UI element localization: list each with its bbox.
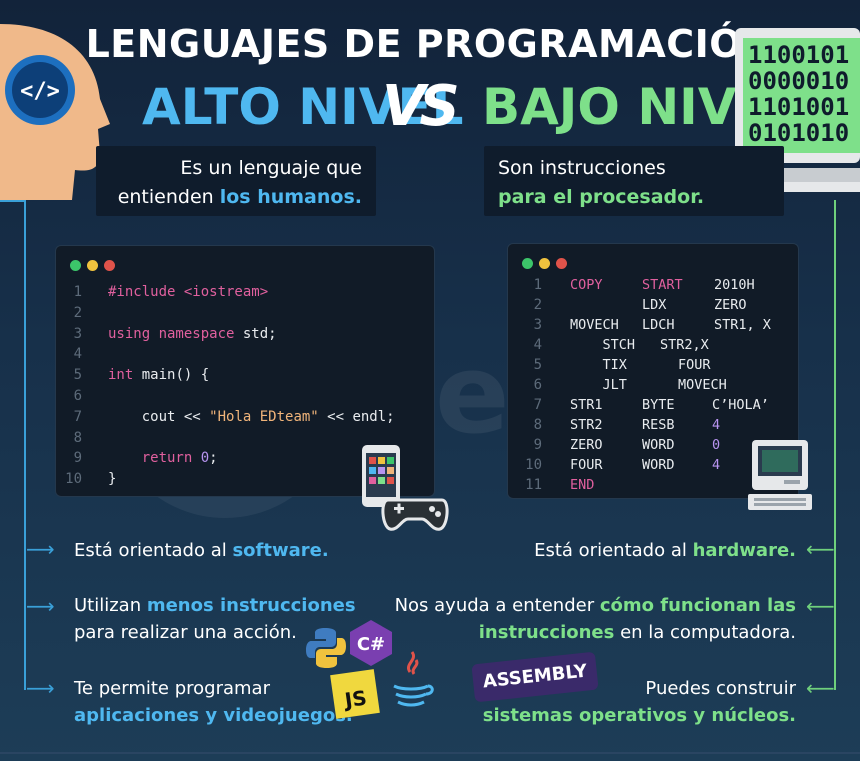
line-number: 1 bbox=[533, 277, 542, 293]
line-number: 10 bbox=[525, 457, 542, 473]
left-connector-top bbox=[0, 200, 24, 202]
code-line: using namespace std; bbox=[108, 325, 277, 342]
asm-line: STR1 BYTE C’HOLA’ bbox=[570, 397, 769, 413]
line-number: 2 bbox=[73, 304, 82, 321]
line-number: 8 bbox=[533, 417, 542, 433]
arrow-left-icon: ⟵ bbox=[806, 594, 835, 618]
bajo-nivel-description: Son instrucciones para el procesador. bbox=[484, 146, 784, 216]
line-number: 4 bbox=[533, 337, 542, 353]
asm-line: FOUR WORD 4 bbox=[570, 457, 721, 473]
line-number: 11 bbox=[525, 477, 542, 493]
assembly-code: COPY START 2010H LDX ZERO MOVECH LDCH STR1, X… bbox=[570, 275, 771, 495]
asm-line: MOVECH LDCH STR1, X bbox=[570, 317, 771, 333]
bottom-divider bbox=[0, 752, 860, 754]
green-dot bbox=[522, 258, 533, 269]
arrow-right-icon: ⟶ bbox=[26, 676, 55, 700]
python-icon bbox=[306, 628, 346, 668]
code-line: #include <iostream> bbox=[108, 284, 269, 300]
binary-line: 0000010 bbox=[748, 67, 850, 95]
csharp-icon: C# bbox=[350, 620, 392, 666]
code-line: cout << "Hola EDteam" << endl; bbox=[108, 408, 395, 425]
line-number: 4 bbox=[73, 346, 82, 363]
asm-line: TIX FOUR bbox=[570, 357, 711, 373]
line-number: 7 bbox=[73, 408, 82, 425]
line-number: 2 bbox=[533, 297, 542, 313]
svg-text:</>: </> bbox=[20, 79, 60, 104]
line-number: 8 bbox=[73, 429, 82, 446]
line-number: 9 bbox=[533, 437, 542, 453]
yellow-dot bbox=[87, 260, 98, 271]
bajo-desc-highlight: para el procesador. bbox=[498, 186, 705, 208]
arrow-right-icon: ⟶ bbox=[26, 537, 55, 561]
line-numbers: 1 2 3 4 5 6 7 8 9 10 bbox=[58, 282, 82, 490]
asm-line: END bbox=[570, 477, 595, 493]
line-number: 7 bbox=[533, 397, 542, 413]
code-line: } bbox=[108, 471, 117, 488]
line-number: 5 bbox=[73, 367, 82, 384]
retro-computer-icon bbox=[748, 440, 812, 510]
line-number: 9 bbox=[73, 450, 82, 467]
java-icon bbox=[393, 651, 434, 707]
alto-bullet-1: Está orientado al software. bbox=[74, 540, 329, 561]
window-controls bbox=[70, 256, 121, 275]
arrow-left-icon: ⟵ bbox=[806, 676, 835, 700]
asm-line: COPY START 2010H bbox=[570, 277, 755, 293]
asm-line: ZERO WORD 0 bbox=[570, 437, 721, 453]
line-number: 6 bbox=[73, 387, 82, 404]
line-numbers: 1 2 3 4 5 6 7 8 9 10 11 bbox=[518, 275, 542, 495]
line-number: 1 bbox=[73, 284, 82, 300]
asm-line: JLT MOVECH bbox=[570, 377, 727, 393]
binary-text: 1100101 0000010 1101001 0101010 bbox=[748, 42, 849, 146]
yellow-dot bbox=[539, 258, 550, 269]
code-line: int main() { bbox=[108, 367, 210, 384]
line-number: 3 bbox=[533, 317, 542, 333]
binary-line: 0101010 bbox=[748, 119, 850, 147]
page-title: LENGUAJES DE PROGRAMACIÓN bbox=[85, 22, 775, 66]
asm-line: LDX ZERO bbox=[642, 297, 747, 313]
bajo-bullet-1: Está orientado al hardware. bbox=[534, 540, 796, 561]
line-number: 5 bbox=[533, 357, 542, 373]
green-dot bbox=[70, 260, 81, 271]
line-number: 10 bbox=[65, 471, 82, 488]
line-number: 6 bbox=[533, 377, 542, 393]
javascript-icon: JS bbox=[330, 669, 380, 719]
alto-desc-highlight: los humanos. bbox=[219, 186, 362, 208]
alto-desc-line2: entienden los humanos. bbox=[117, 186, 362, 208]
code-line: return 0; bbox=[108, 450, 218, 467]
alto-nivel-description: Es un lenguaje que entienden los humanos… bbox=[96, 146, 376, 216]
window-controls bbox=[522, 254, 573, 273]
bajo-desc-line1: Son instrucciones bbox=[498, 157, 666, 179]
asm-line: STR2 RESB 4 bbox=[570, 417, 721, 433]
arrow-right-icon: ⟶ bbox=[26, 594, 55, 618]
arrow-left-icon: ⟵ bbox=[806, 537, 835, 561]
vs-label: VS bbox=[382, 74, 460, 139]
red-dot bbox=[556, 258, 567, 269]
bajo-bullet-2: Nos ayuda a entender cómo funcionan las … bbox=[394, 595, 796, 643]
alto-bullet-3: Te permite programar aplicaciones y vide… bbox=[74, 678, 353, 726]
red-dot bbox=[104, 260, 115, 271]
asm-line: STCH STR2,X bbox=[570, 337, 709, 353]
line-number: 3 bbox=[73, 325, 82, 342]
binary-line: 1101001 bbox=[748, 93, 850, 121]
binary-line: 1100101 bbox=[748, 41, 850, 69]
cpp-code: #include <iostream> using namespace std;… bbox=[108, 282, 395, 490]
phone-gamepad-icon bbox=[362, 445, 449, 531]
svg-text:C#: C# bbox=[357, 634, 385, 655]
bajo-bullet-3: Puedes construir sistemas operativos y n… bbox=[482, 678, 796, 726]
alto-desc-line1: Es un lenguaje que bbox=[180, 157, 362, 179]
